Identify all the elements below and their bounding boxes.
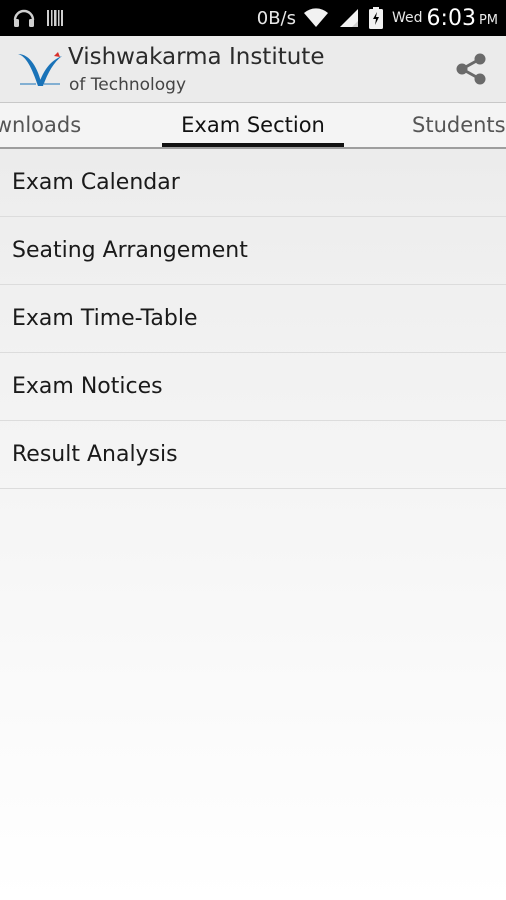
- share-icon: [456, 53, 486, 85]
- signal-icon: [338, 7, 360, 29]
- tab-exam-section[interactable]: Exam Section: [162, 103, 344, 147]
- tab-downloads[interactable]: ownloads: [0, 103, 81, 147]
- tab-students[interactable]: Students: [412, 103, 506, 147]
- vit-logo-icon[interactable]: [16, 46, 64, 92]
- app-bar: Vishwakarma Institute of Technology: [0, 36, 506, 103]
- wifi-icon: [302, 7, 330, 29]
- status-bar: 0B/s Wed 6:03 PM: [0, 0, 506, 36]
- app-title: Vishwakarma Institute: [68, 44, 325, 70]
- network-speed: 0B/s: [256, 7, 296, 29]
- status-day: Wed: [392, 10, 423, 26]
- status-time: 6:03: [426, 5, 476, 31]
- battery-icon: [368, 6, 384, 30]
- headset-icon: [12, 7, 36, 29]
- list-item-exam-time-table[interactable]: Exam Time-Table: [0, 285, 506, 353]
- status-ampm: PM: [478, 12, 498, 28]
- list-item-result-analysis[interactable]: Result Analysis: [0, 421, 506, 489]
- tab-strip: ownloads Exam Section Students: [0, 103, 506, 149]
- exam-menu-list: Exam Calendar Seating Arrangement Exam T…: [0, 149, 506, 489]
- list-item-exam-calendar[interactable]: Exam Calendar: [0, 149, 506, 217]
- app-subtitle: of Technology: [69, 75, 187, 95]
- status-right-group: 0B/s Wed 6:03 PM: [257, 0, 498, 36]
- list-item-seating-arrangement[interactable]: Seating Arrangement: [0, 217, 506, 285]
- list-item-exam-notices[interactable]: Exam Notices: [0, 353, 506, 421]
- status-left-icons: [12, 6, 64, 30]
- share-button[interactable]: [452, 50, 490, 88]
- tab-indicator: [162, 143, 344, 147]
- content-area: Exam Calendar Seating Arrangement Exam T…: [0, 149, 506, 900]
- barcode-icon: [46, 8, 64, 28]
